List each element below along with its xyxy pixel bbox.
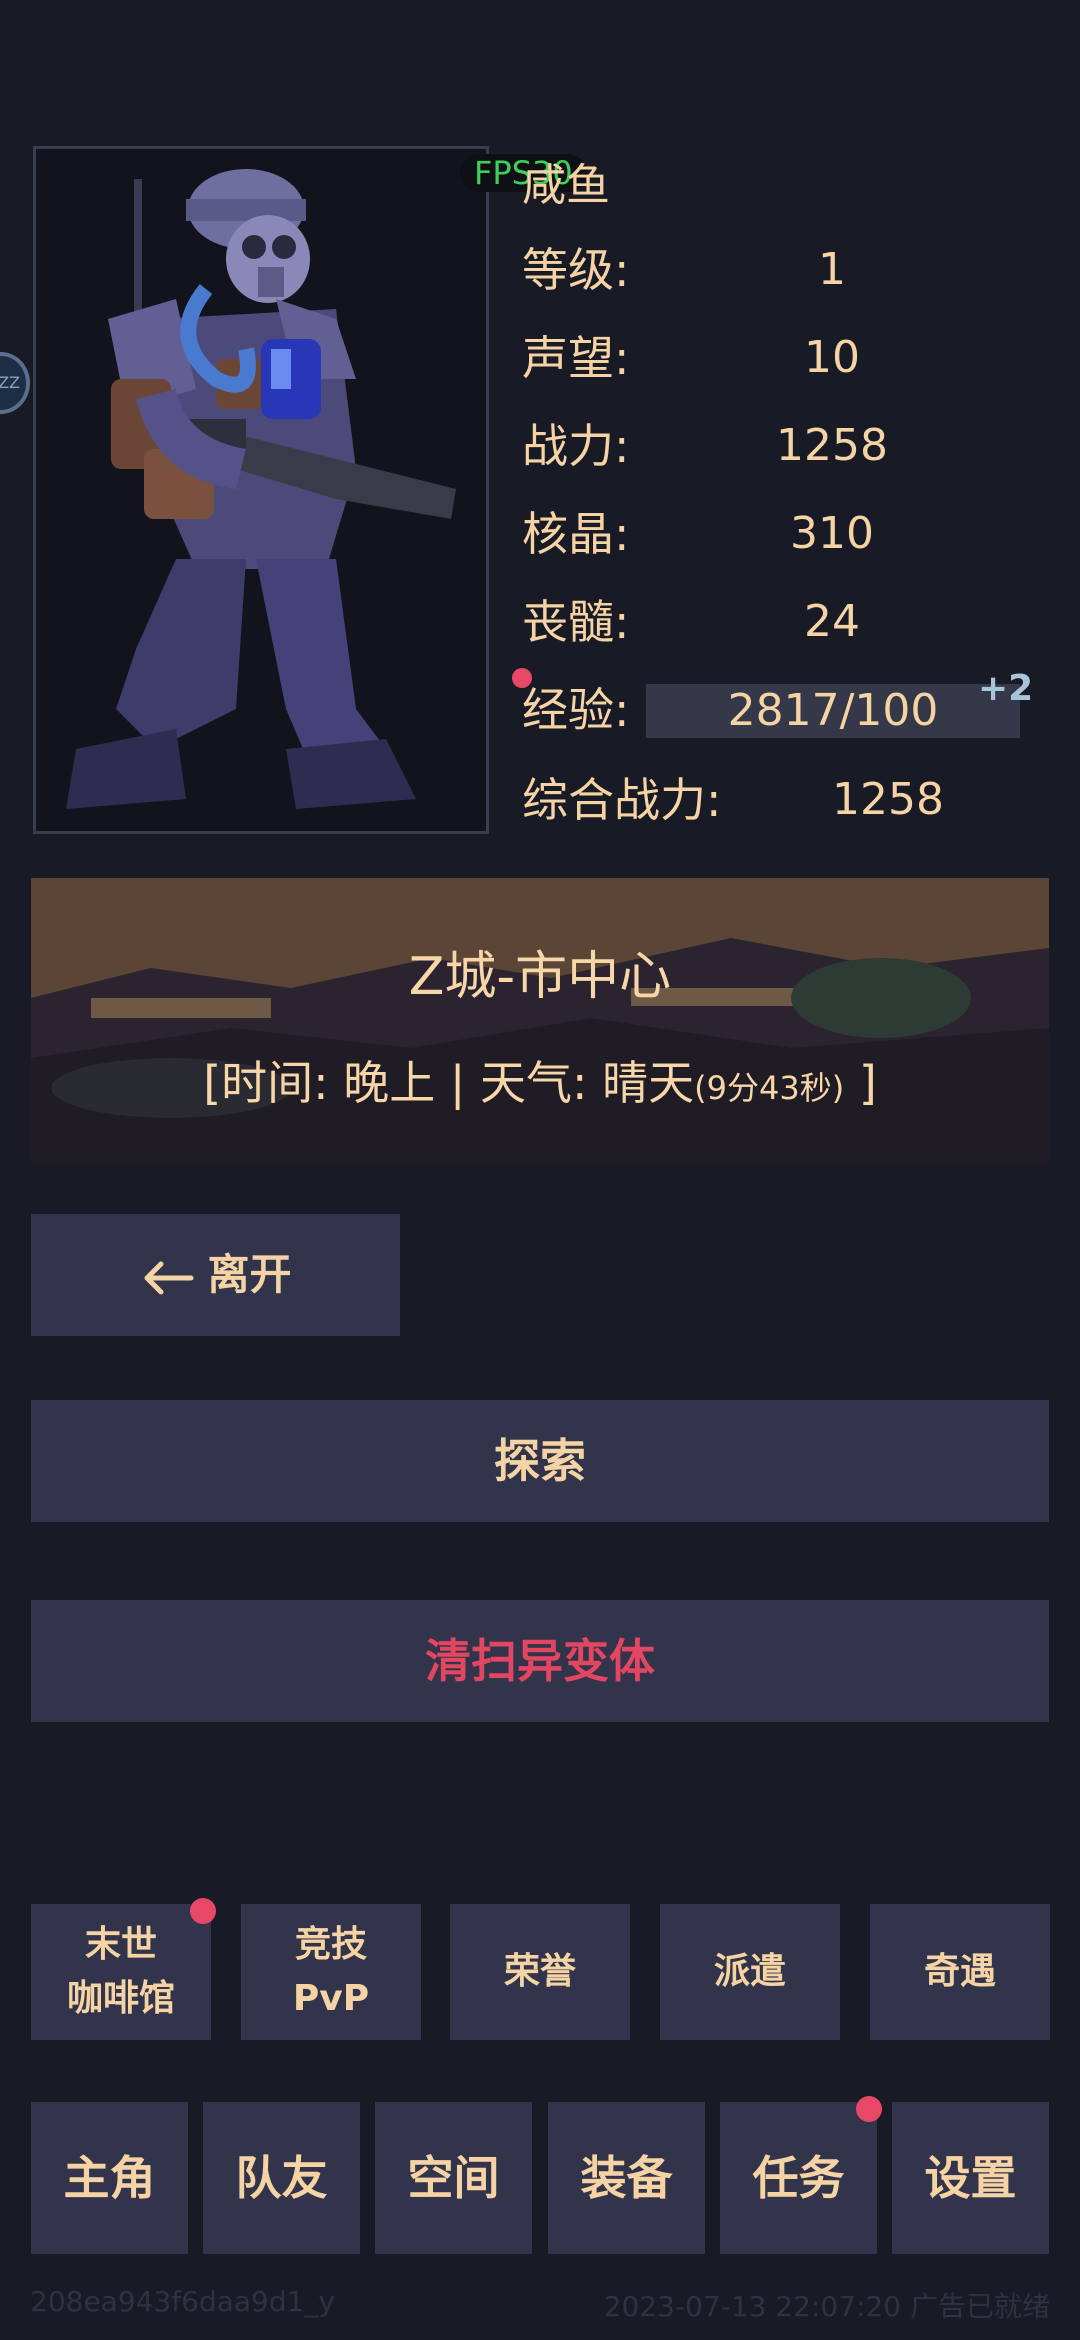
cafe-button[interactable]: 末世 咖啡馆 [31,1904,211,2040]
nav-teammates-button[interactable]: 队友 [203,2102,360,2254]
cafe-notification-dot [190,1898,216,1924]
dispatch-label: 派遣 [713,1951,786,1992]
level-label: 等级: [522,243,630,297]
tasks-notification-dot [856,2096,882,2122]
exp-bar: 2817/100 [646,684,1020,738]
footer-timestamp: 2023-07-13 22:07:20 广告已就绪 [603,2290,1050,2323]
nav-settings-button[interactable]: 设置 [892,2102,1049,2254]
info-close-bracket: ] [844,1056,877,1110]
core-crystal-value: 310 [790,508,874,559]
exp-bonus: +2 [978,668,1034,709]
weather-timer: (9分43秒) [694,1069,845,1107]
clear-mutants-button[interactable]: 清扫异变体 [31,1600,1049,1722]
location-info: [时间: 晚上 | 天气: 晴天(9分43秒) ] [31,1048,1049,1123]
nav-hero-button[interactable]: 主角 [31,2102,188,2254]
leave-button[interactable]: 离开 [31,1214,400,1336]
character-name: 咸鱼 [522,160,610,211]
cafe-label: 末世 咖啡馆 [66,1924,175,2019]
location-banner: Z城-市中心 [时间: 晚上 | 天气: 晴天(9分43秒) ] [31,878,1049,1164]
reputation-label: 声望: [522,331,630,385]
total-power-label: 综合战力: [522,773,722,827]
device-id: 208ea943f6daa9d1_y [30,2285,336,2318]
time-weather: [时间: 晚上 | 天气: 晴天 [203,1056,695,1110]
nav-equipment-button[interactable]: 装备 [548,2102,705,2254]
power-label: 战力: [522,419,630,473]
leave-label: 离开 [207,1250,292,1299]
level-value: 1 [818,244,846,295]
explore-button[interactable]: 探索 [31,1400,1049,1522]
dispatch-button[interactable]: 派遣 [660,1904,840,2040]
pvp-button[interactable]: 竞技 PvP [241,1904,421,2040]
power-value: 1258 [776,420,888,471]
location-title: Z城-市中心 [408,947,672,1007]
side-float-button[interactable]: ZZ [0,352,30,414]
nav-space-button[interactable]: 空间 [375,2102,532,2254]
marrow-value: 24 [804,596,860,647]
marrow-label: 丧髓: [522,595,630,649]
encounter-label: 奇遇 [923,1951,996,1992]
core-crystal-label: 核晶: [522,507,630,561]
nav-tasks-button[interactable]: 任务 [720,2102,877,2254]
exp-label: 经验: [522,683,630,737]
encounter-button[interactable]: 奇遇 [870,1904,1050,2040]
honor-button[interactable]: 荣誉 [450,1904,630,2040]
arrow-left-icon [144,1261,194,1294]
pvp-label: 竞技 PvP [292,1924,370,2019]
honor-label: 荣誉 [503,1951,576,1992]
reputation-value: 10 [804,332,860,383]
total-power-value: 1258 [832,774,944,825]
character-portrait[interactable] [33,146,489,834]
soldier-figure-icon [66,169,456,809]
